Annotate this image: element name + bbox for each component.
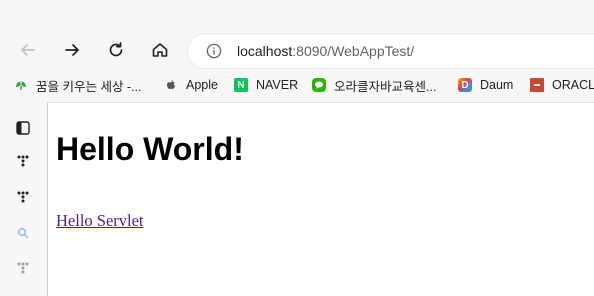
reload-button[interactable] [102,36,130,64]
bookmark-label: 오라클자바교육센... [334,79,437,94]
bookmark-label: Apple [186,78,218,92]
naver-icon: N [234,78,248,92]
sidebar-app-button[interactable] [14,259,32,277]
bookmark-item[interactable]: Apple [164,75,218,95]
panel-icon [16,121,30,135]
info-icon[interactable] [206,43,222,59]
bookmark-label: ORACLE [552,78,594,92]
arrow-left-icon [21,44,35,56]
bookmark-item[interactable]: 오라클자바교육센... [312,75,436,95]
bookmarks-bar: 꿈을 키우는 세상 -... Apple N NAVER 오라클자바교육센...… [0,72,594,98]
url-text[interactable]: localhost:8090/WebAppTest/ [237,43,414,59]
oracle-icon: ▬ [530,78,544,92]
page-content: Hello World! Hello Servlet [47,102,594,296]
hello-servlet-link[interactable]: Hello Servlet [56,211,144,231]
bookmark-item[interactable]: 꿈을 키우는 세상 -... [14,75,142,95]
daum-icon: D [458,78,472,92]
dots-icon [17,191,29,203]
sidebar-app-button[interactable] [14,152,32,170]
browser-toolbar: localhost:8090/WebAppTest/ [0,28,594,72]
page-heading: Hello World! [56,131,244,167]
dots-icon [17,262,29,274]
bookmark-label: NAVER [256,78,299,92]
forward-button[interactable] [58,36,86,64]
dots-icon [17,155,29,167]
arrow-right-icon [65,44,79,56]
home-button[interactable] [146,36,174,64]
sidebar-toggle-button[interactable] [14,119,32,137]
window-top-strip [0,0,594,28]
search-icon [18,228,29,239]
home-icon [152,43,168,57]
bookmark-item[interactable]: ▬ ORACLE [530,75,594,95]
address-bar[interactable]: localhost:8090/WebAppTest/ [188,34,594,68]
apple-icon [164,78,178,92]
back-button[interactable] [14,36,42,64]
sidebar-app-button[interactable] [14,188,32,206]
reload-icon [109,42,123,57]
url-host: localhost [237,43,293,59]
bookmark-item[interactable]: N NAVER [234,75,298,95]
url-path: :8090/WebAppTest/ [292,43,415,59]
leaf-icon [14,78,28,92]
bookmark-label: 꿈을 키우는 세상 -... [36,79,142,94]
side-panel-rail [0,102,47,296]
bookmark-label: Daum [480,78,514,92]
chat-icon [312,78,326,92]
sidebar-search-button[interactable] [14,224,32,242]
bookmark-item[interactable]: D Daum [458,75,513,95]
